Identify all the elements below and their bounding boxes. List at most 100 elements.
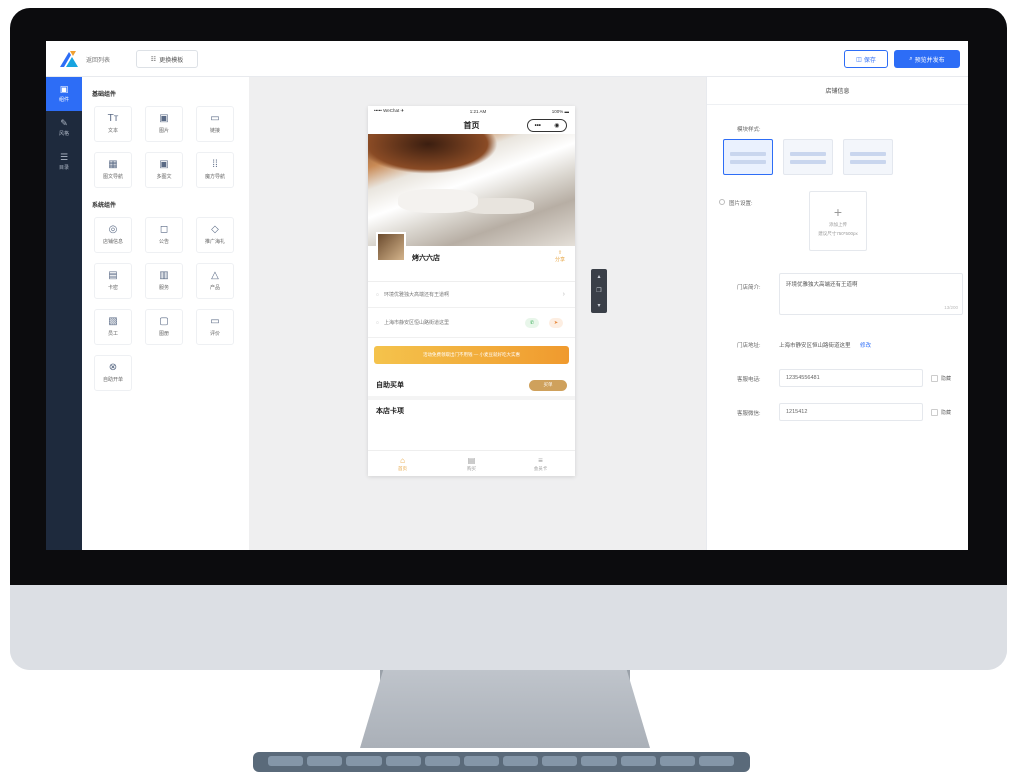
rail-item-outline[interactable]: ☰ 目录: [46, 145, 82, 179]
tile-label: 链接: [209, 128, 220, 134]
component-album[interactable]: ▢ 图册: [145, 309, 183, 345]
brush-icon: ✎: [60, 118, 68, 128]
store-name: 烤六六店: [412, 255, 440, 262]
tile-label: 服务: [158, 285, 169, 291]
component-notice[interactable]: ◻ 公告: [145, 217, 183, 253]
member-card-icon: ≡: [538, 455, 543, 465]
move-down-icon[interactable]: ▾: [597, 302, 600, 309]
tile-label: 魔方导航: [204, 174, 225, 180]
tile-label: 推广海礼: [204, 239, 225, 245]
component-product[interactable]: △ 产品: [196, 263, 234, 299]
rail-label-outline: 目录: [58, 165, 69, 171]
store-intro-text: 环境优雅独大高端还有王道啊: [383, 292, 449, 298]
text-icon: Tт: [107, 113, 119, 124]
service-wechat-input[interactable]: 1215412: [779, 403, 923, 421]
store-address-value: 上海市静安区恒山路街道这里: [779, 343, 851, 349]
component-store-info[interactable]: ◎ 店铺信息: [94, 217, 132, 253]
store-intro-textarea[interactable]: 环境优雅独大高端还有王道啊 13/200: [779, 273, 963, 315]
style-option-3[interactable]: [843, 139, 893, 175]
save-button[interactable]: ◫ 保存: [844, 50, 888, 68]
tab-home[interactable]: ⌂ 首页: [368, 451, 437, 476]
multi-image-icon: ▣: [159, 159, 169, 170]
component-multi-image[interactable]: ▣ 多图文: [145, 152, 183, 188]
hide-wechat-checkbox[interactable]: 隐藏: [931, 409, 951, 416]
tile-label: 图文导航: [102, 174, 123, 180]
service-phone-input[interactable]: 12354556481: [779, 369, 923, 387]
rail-item-components[interactable]: ▣ 组件: [46, 77, 82, 111]
target-icon: ◉: [554, 123, 560, 129]
location-icon: ◌: [376, 319, 379, 326]
more-icon: •••: [534, 122, 541, 129]
tile-label: 文本: [107, 128, 118, 134]
app-logo: [60, 51, 78, 67]
pay-button[interactable]: 买单: [529, 379, 567, 391]
basic-components-grid: Tт 文本 ▣ 图片 ▭ 链接 ▦ 图文导航 ▣ 多图文 ⁞⁞ 魔方导航: [94, 106, 249, 188]
editor-canvas: ••••• WeChat ✈ 1:21 AM 100% ▬ 首页 ••• ◉ 烤…: [249, 77, 706, 550]
navigate-icon[interactable]: ➤: [549, 317, 563, 328]
grid-icon: ▣: [59, 84, 69, 94]
store-info-icon: ◎: [108, 224, 118, 235]
tab-member-card[interactable]: ≡ 会员卡: [506, 451, 575, 476]
self-checkout-row: 自助买单 买单: [368, 374, 575, 396]
tab-purchase[interactable]: ▤ 购买: [437, 451, 506, 476]
top-bar: 返回列表 ☷ 更换模板 ◫ 保存 ⌕ 预览并发布: [46, 41, 968, 77]
tile-label: 店铺信息: [102, 239, 123, 245]
style-label: 模块样式:: [737, 127, 761, 133]
left-rail: ▣ 组件 ✎ 风格 ☰ 目录: [46, 77, 82, 550]
basic-components-title: 基础组件: [92, 92, 117, 98]
store-address-row[interactable]: ◌ 上海市静安区恒山路街道这里 ✆ ➤: [368, 308, 575, 338]
component-review[interactable]: ▭ 评价: [196, 309, 234, 345]
phone-nav-bar: 首页 ••• ◉: [368, 116, 575, 134]
promo-banner[interactable]: 活动免费领取出门不用钱 — 小麦豆就好吃大实惠: [374, 346, 569, 364]
monitor-chin: [10, 585, 1007, 670]
tile-label: 公告: [158, 239, 169, 245]
mini-program-capsule[interactable]: ••• ◉: [527, 119, 567, 132]
phone-call-icon[interactable]: ✆: [525, 317, 539, 328]
save-icon: ◫: [856, 56, 862, 63]
rail-label-style: 风格: [58, 131, 69, 137]
back-to-list-link[interactable]: 返回列表: [86, 55, 110, 64]
component-card[interactable]: ▤ 卡密: [94, 263, 132, 299]
tab-label: 会员卡: [533, 465, 548, 471]
style-option-1[interactable]: [723, 139, 773, 175]
component-image[interactable]: ▣ 图片: [145, 106, 183, 142]
album-icon: ▢: [159, 316, 169, 327]
component-service[interactable]: ▥ 服务: [145, 263, 183, 299]
component-text[interactable]: Tт 文本: [94, 106, 132, 142]
style-option-2[interactable]: [783, 139, 833, 175]
component-self-order[interactable]: ⊗ 自助开单: [94, 355, 132, 391]
store-intro-row[interactable]: ◌ 环境优雅独大高端还有王道啊 ›: [368, 282, 575, 308]
store-thumbnail: [376, 232, 406, 262]
copy-icon[interactable]: ❐: [596, 287, 601, 294]
edit-address-link[interactable]: 修改: [860, 343, 871, 349]
change-template-button[interactable]: ☷ 更换模板: [136, 50, 198, 68]
store-header[interactable]: 烤六六店 ⇪ 分享: [368, 232, 575, 282]
image-setting-label: 图片设置:: [729, 201, 753, 207]
tile-label: 多图文: [156, 174, 172, 180]
hide-label: 隐藏: [941, 376, 952, 382]
carrier-text: ••••• WeChat ✈: [374, 108, 405, 113]
chevron-right-icon: ›: [562, 291, 565, 298]
staff-icon: ▧: [108, 316, 118, 327]
save-label: 保存: [863, 57, 876, 64]
tile-label: 自助开单: [102, 377, 123, 383]
rail-item-style[interactable]: ✎ 风格: [46, 111, 82, 145]
image-setting-radio[interactable]: [719, 199, 725, 205]
component-promo[interactable]: ◇ 推广海礼: [196, 217, 234, 253]
move-up-icon[interactable]: ▴: [597, 273, 600, 280]
store-cards-title: 本店卡项: [368, 396, 575, 415]
tab-label: 首页: [398, 465, 407, 471]
component-link[interactable]: ▭ 链接: [196, 106, 234, 142]
link-icon: ▭: [210, 113, 220, 124]
hide-phone-checkbox[interactable]: 隐藏: [931, 375, 951, 382]
property-panel: 店铺信息 模块样式: 图片设置: + 添加上传 建议尺寸750*500px 门店…: [706, 77, 968, 550]
store-hero-image[interactable]: [368, 134, 575, 246]
component-cube-nav[interactable]: ⁞⁞ 魔方导航: [196, 152, 234, 188]
share-label: 分享: [554, 257, 565, 263]
tile-label: 卡密: [107, 285, 118, 291]
preview-publish-button[interactable]: ⌕ 预览并发布: [894, 50, 960, 68]
component-image-nav[interactable]: ▦ 图文导航: [94, 152, 132, 188]
component-staff[interactable]: ▧ 员工: [94, 309, 132, 345]
share-button[interactable]: ⇪ 分享: [555, 250, 565, 263]
image-upload-box[interactable]: + 添加上传 建议尺寸750*500px: [809, 191, 867, 251]
